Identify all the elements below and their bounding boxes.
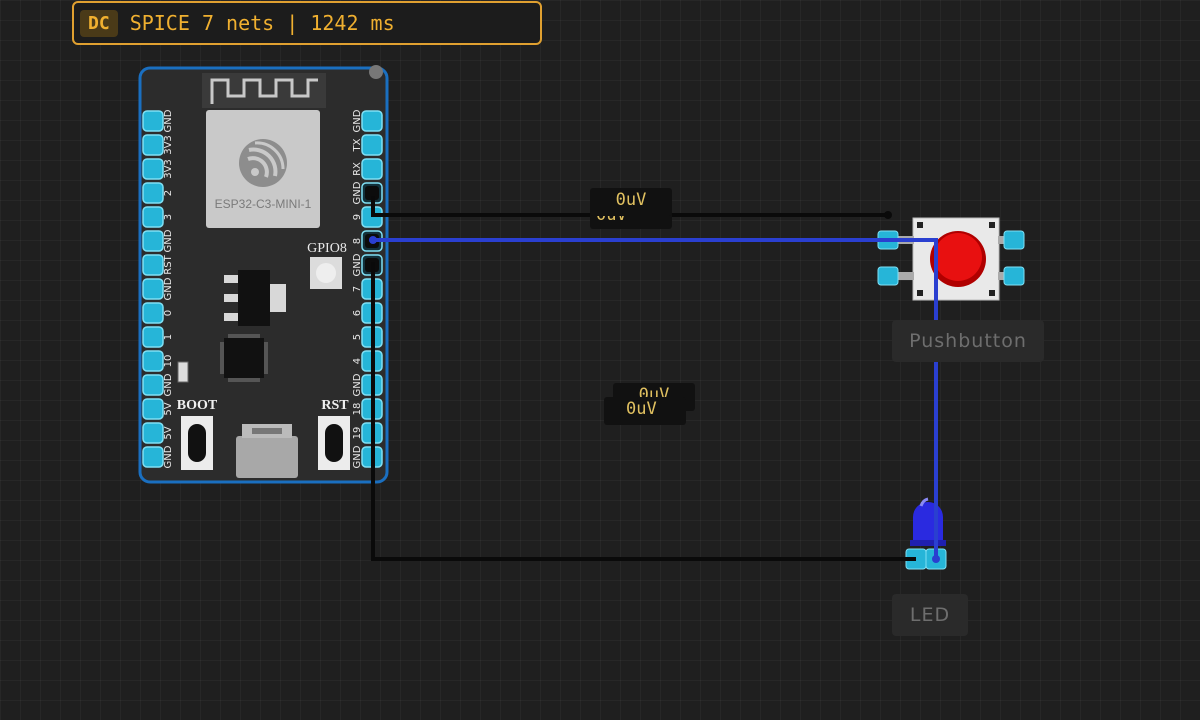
module-label: ESP32-C3-MINI-1 <box>215 197 312 211</box>
status-separator: | <box>286 11 299 35</box>
pin-label-left-3: 2 <box>163 190 174 196</box>
pin-pad-left-6[interactable] <box>142 254 164 276</box>
pushbutton-pin-2l[interactable] <box>877 266 899 286</box>
boot-label: BOOT <box>177 398 218 413</box>
wire-endpoint <box>932 555 940 563</box>
pin-pad-left-1[interactable] <box>142 134 164 156</box>
pin-label-right-1: TX <box>352 138 363 152</box>
pin-label-left-13: 5V <box>163 426 174 439</box>
simulation-status-bar: DC SPICE 7 nets | 1242 ms <box>72 1 542 45</box>
pin-label-left-1: 3V3 <box>163 135 174 155</box>
pin-label-right-10: 4 <box>352 358 363 364</box>
pin-pad-left-13[interactable] <box>142 422 164 444</box>
pin-pad-right-1[interactable] <box>361 134 383 156</box>
pin-label-left-0: GND <box>163 109 174 132</box>
rst-label: RST <box>321 398 349 413</box>
pin-pad-right-2[interactable] <box>361 158 383 180</box>
pin-pad-left-12[interactable] <box>142 398 164 420</box>
pushbutton-cap[interactable] <box>934 233 982 281</box>
pin-label-left-7: GND <box>163 277 174 300</box>
status-text: SPICE 7 nets | 1242 ms <box>130 11 395 35</box>
pin-label-right-5: 8 <box>352 238 363 244</box>
pin-label-right-2: RX <box>352 162 363 176</box>
pin-pad-left-11[interactable] <box>142 374 164 396</box>
gpio8-label: GPIO8 <box>307 241 347 256</box>
board-corner-handle[interactable] <box>369 65 383 79</box>
pin-label-right-14: GND <box>352 445 363 468</box>
pin-pad-left-2[interactable] <box>142 158 164 180</box>
pin-label-left-2: 3V3 <box>163 159 174 179</box>
pushbutton-leg <box>898 272 914 280</box>
pin-label-left-4: 3 <box>163 214 174 220</box>
sim-time: 1242 ms <box>310 11 395 35</box>
led-rim <box>910 540 946 546</box>
pin-label-right-11: GND <box>352 373 363 396</box>
pin-label-left-11: GND <box>163 373 174 396</box>
pin-pad-left-5[interactable] <box>142 230 164 252</box>
boot-button[interactable] <box>181 416 213 470</box>
pin-label-left-9: 1 <box>163 334 174 340</box>
engine-label: SPICE <box>129 11 190 35</box>
pin-label-right-0: GND <box>352 109 363 132</box>
pin-label-left-14: GND <box>163 445 174 468</box>
usb-chip <box>220 334 268 382</box>
pin-pad-left-9[interactable] <box>142 326 164 348</box>
rst-button[interactable] <box>318 416 350 470</box>
pushbutton-label[interactable]: Pushbutton <box>892 320 1044 362</box>
led-label[interactable]: LED <box>892 594 968 636</box>
pushbutton-corner <box>989 290 995 296</box>
pin-label-right-8: 6 <box>352 310 363 316</box>
pushbutton-corner <box>989 222 995 228</box>
pushbutton-component[interactable] <box>877 217 1025 301</box>
pin-label-right-12: 18 <box>352 403 363 416</box>
pin-pad-left-0[interactable] <box>142 110 164 132</box>
esp32-c3-board[interactable]: ESP32-C3-MINI-1 GPIO8 BOOT RST GND3V33V3… <box>138 65 389 484</box>
mode-badge[interactable]: DC <box>80 9 118 37</box>
pin-label-right-6: GND <box>352 253 363 276</box>
pin-label-right-3: GND <box>352 181 363 204</box>
wire-endpoint <box>369 236 377 244</box>
pin-label-left-10: 10 <box>163 355 174 368</box>
net-count: 7 nets <box>201 11 275 35</box>
pin-label-right-4: 9 <box>352 214 363 220</box>
pin-pad-left-4[interactable] <box>142 206 164 228</box>
wires <box>369 196 940 563</box>
pushbutton-pin-1r[interactable] <box>1003 230 1025 250</box>
pin-label-right-13: 19 <box>352 427 363 440</box>
pin-label-right-7: 7 <box>352 286 363 292</box>
pin-label-right-9: 5 <box>352 334 363 340</box>
onboard-rgb-led-lens <box>316 263 336 283</box>
pin-pad-right-0[interactable] <box>361 110 383 132</box>
pin-pad-left-7[interactable] <box>142 278 164 300</box>
left-pin-header: GND 3V3 3V3 2 3 GND RST GND 0 1 10 GND 5V 5V GND <box>142 109 174 468</box>
pin-pad-left-3[interactable] <box>142 182 164 204</box>
pin-pad-left-14[interactable] <box>142 446 164 468</box>
right-pin-header: GND TX RX GND 9 8 GND 7 6 5 4 GND 18 19 GND <box>352 109 383 468</box>
pin-pad-left-8[interactable] <box>142 302 164 324</box>
voltage-probe-front[interactable]: 0uV <box>604 397 686 425</box>
led-body <box>913 502 943 545</box>
usb-connector <box>236 424 298 478</box>
pushbutton-corner <box>917 222 923 228</box>
pushbutton-pin-2r[interactable] <box>1003 266 1025 286</box>
voltage-probe-top[interactable]: 0uV <box>590 188 672 216</box>
pin-pad-left-10[interactable] <box>142 350 164 372</box>
pin-label-left-12: 5V <box>163 402 174 415</box>
wire-junction <box>884 211 892 219</box>
smd-resistor <box>177 361 189 383</box>
pin-label-left-6: RST <box>163 254 174 274</box>
pin-label-left-8: 0 <box>163 310 174 316</box>
pushbutton-corner <box>917 290 923 296</box>
pin-label-left-5: GND <box>163 229 174 252</box>
espressif-logo-icon <box>239 139 287 187</box>
